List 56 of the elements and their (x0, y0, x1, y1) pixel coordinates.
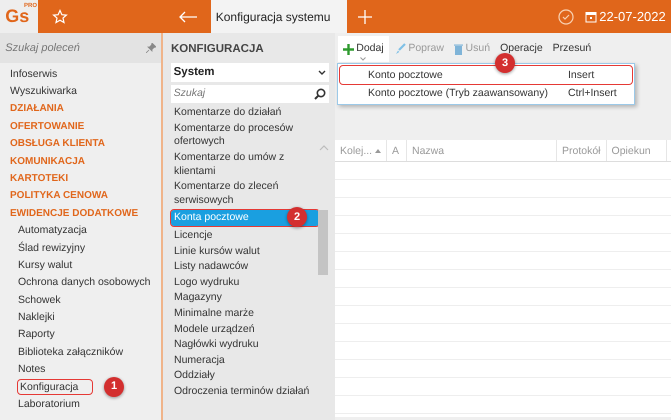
list-item[interactable]: Komentarze do umów z klientami (171, 150, 319, 180)
command-search-field[interactable]: Szukaj poleceń (5, 40, 126, 56)
list-item[interactable]: Modele urządzeń (171, 322, 319, 338)
menu-item[interactable]: Naklejki (18, 311, 55, 324)
search-icon[interactable] (314, 88, 326, 100)
list-item[interactable]: Komentarze do procesów ofertowych (171, 120, 319, 150)
command-search-field[interactable]: Szukaj poleceń (0, 33, 161, 63)
plus-icon[interactable] (357, 8, 373, 24)
pin-icon[interactable] (146, 43, 156, 53)
menu-item[interactable]: Laboratorium (18, 398, 80, 410)
list-item[interactable]: Oddziały (171, 368, 319, 384)
menu-item[interactable]: Schowek (18, 294, 61, 306)
app-logo: Gs$^{PRO}$ (0, 0, 38, 33)
list-item[interactable]: Numeracja (171, 352, 319, 368)
category-dropdown[interactable]: System (171, 63, 329, 82)
menu-item[interactable]: Notes (18, 363, 46, 376)
sort-up-icon (374, 148, 381, 152)
brush-icon (394, 43, 406, 55)
star-icon[interactable] (52, 8, 68, 24)
list-item[interactable]: Odroczenia terminów działań (171, 384, 319, 400)
list-item[interactable]: Nagłówki wydruku (171, 337, 319, 353)
date-label: 22-07-2022 (599, 8, 667, 26)
menu-item[interactable]: Biblioteka załączników (18, 346, 124, 358)
list-item[interactable]: Magazyny (171, 290, 319, 306)
menu-item[interactable]: Konto pocztowe (Tryb zaawansowany) Ctrl+Insert (340, 84, 632, 102)
callout-number: 1 (104, 376, 124, 397)
list-item[interactable]: Linie kursów walut (171, 244, 319, 260)
toolbar-button[interactable]: Dodaj (338, 36, 389, 62)
list-item[interactable]: Komentarze do zleceń serwisowych (171, 179, 319, 208)
menu-item[interactable]: Ochrona danych osobowych (18, 276, 150, 288)
calendar-icon[interactable] (584, 10, 597, 22)
toolbar-button[interactable]: Przesuń (548, 36, 596, 62)
list-item[interactable]: Minimalne marże (171, 306, 319, 322)
callout-number: 3 (495, 53, 515, 73)
menu-item[interactable]: Ślad rewizyjny (18, 242, 86, 254)
menu-item[interactable]: Infoserwis (10, 68, 58, 80)
list-item[interactable]: Komentarze do działań (171, 105, 319, 121)
trash-icon (454, 44, 463, 54)
chevron-down-icon (318, 70, 326, 76)
config-search-field[interactable]: Szukaj (171, 85, 329, 104)
config-search-field[interactable]: Szukaj (174, 86, 294, 102)
menu-item[interactable]: Raporty (18, 328, 55, 340)
menu-item[interactable]: Konfiguracja (18, 380, 92, 394)
active-tab[interactable]: Konfiguracja systemu (210, 0, 346, 33)
menu-item[interactable]: Wyszukiwarka (10, 85, 77, 98)
scrollbar-thumb[interactable] (318, 210, 328, 275)
check-circle-icon[interactable] (558, 8, 574, 24)
panel-title: KONFIGURACJA (170, 42, 265, 57)
menu-item[interactable]: Automatyzacja (18, 224, 87, 236)
menu-item[interactable]: Kursy walut (18, 258, 72, 271)
plus-icon (342, 44, 354, 54)
back-arrow-icon[interactable] (178, 10, 198, 22)
list-item[interactable]: Listy nadawców (171, 259, 319, 275)
caret-icon (360, 57, 366, 61)
list-item[interactable]: Logo wydruku (171, 274, 319, 290)
list-item[interactable]: Licencje (171, 228, 319, 244)
